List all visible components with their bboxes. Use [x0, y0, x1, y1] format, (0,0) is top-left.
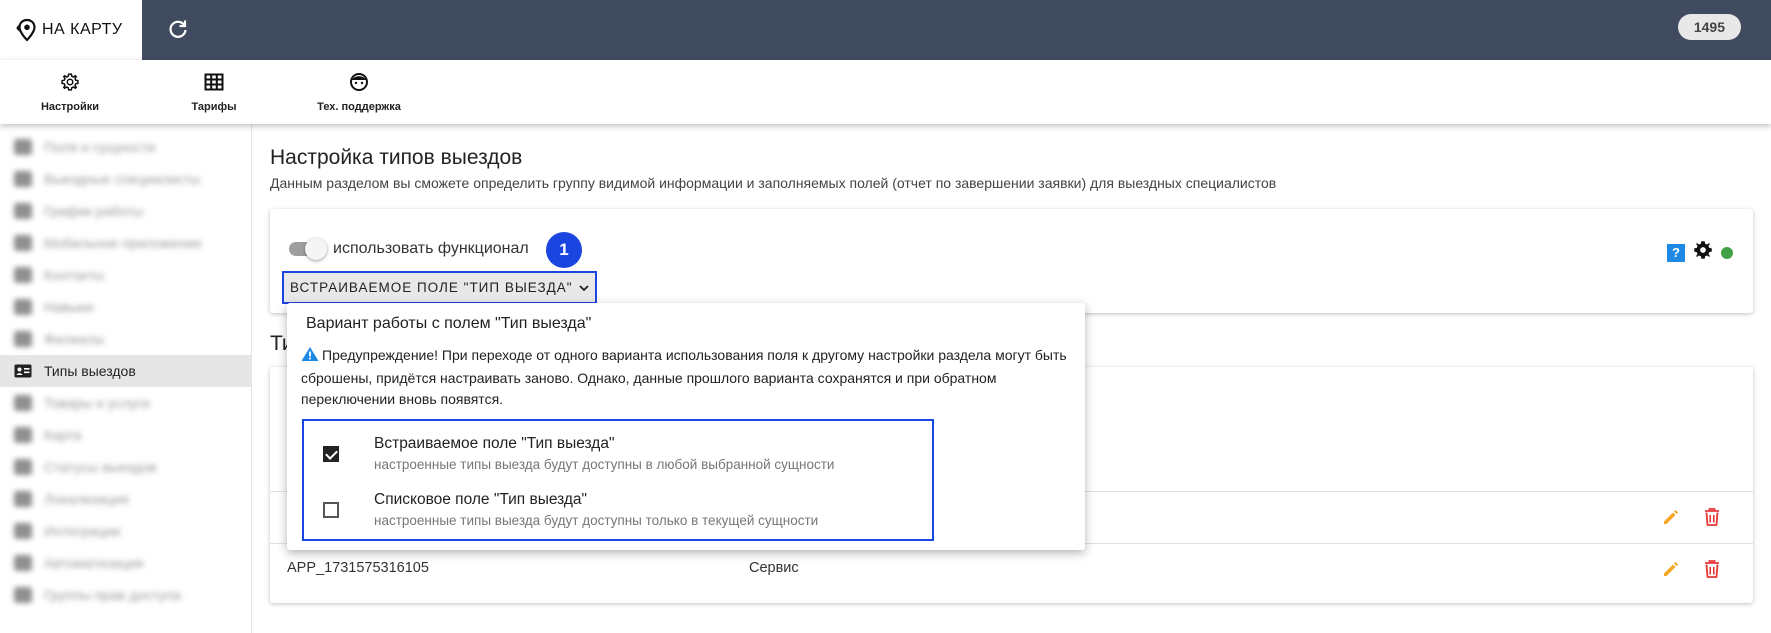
toolbar-settings-label: Настройки [40, 100, 100, 113]
robot-icon [14, 555, 32, 571]
sidebar-item-skills[interactable]: Навыки [0, 291, 251, 323]
edit-icon[interactable] [1661, 559, 1681, 584]
field-variant-popup: Вариант работы с полем "Тип выезда" Пред… [287, 303, 1085, 550]
page-title: Настройка типов выездов [270, 146, 523, 169]
sidebar-item-integrations[interactable]: Интеграции [0, 515, 251, 547]
sidebar-item-map[interactable]: Карта [0, 419, 251, 451]
language-icon [14, 491, 32, 507]
logo-text: НА КАРТУ [42, 21, 123, 38]
step-badge: 1 [546, 232, 582, 268]
sidebar-item-statuses[interactable]: Статусы выездов [0, 451, 251, 483]
sidebar-item-label: Статусы выездов [44, 459, 157, 475]
table-icon [204, 72, 224, 97]
warning-text: Предупреждение! При переходе от одного в… [301, 345, 1071, 410]
checkbox-list[interactable] [323, 502, 339, 518]
balance-counter[interactable]: 1495 [1677, 14, 1741, 40]
plug-icon [14, 523, 32, 539]
warning-icon [301, 346, 319, 368]
sidebar: Поля и сущности Выездные специалисты Гра… [0, 124, 252, 633]
option-subtitle: настроенные типы выезда будут доступны в… [374, 457, 835, 472]
delete-icon[interactable] [1703, 507, 1721, 532]
sidebar-item-label: Интеграции [44, 523, 121, 539]
phone-icon [14, 235, 32, 251]
sidebar-item-label: Группы прав доступа [44, 587, 181, 603]
logo-tab[interactable]: НА КАРТУ [0, 0, 142, 60]
help-icon[interactable]: ? [1667, 243, 1685, 262]
toolbar-tariffs-label: Тарифы [191, 100, 237, 113]
sidebar-item-branches[interactable]: Филиалы [0, 323, 251, 355]
building-icon [14, 331, 32, 347]
sidebar-item-fields[interactable]: Поля и сущности [0, 131, 251, 163]
toggle-label: использовать функционал [333, 240, 529, 257]
sidebar-item-label: Филиалы [44, 331, 105, 347]
map-pin-icon [16, 18, 38, 42]
sidebar-item-mobile-app[interactable]: Мобильное приложение [0, 227, 251, 259]
option-title: Встраиваемое поле "Тип выезда" [374, 435, 615, 452]
star-icon [14, 299, 32, 315]
calendar-icon [14, 203, 32, 219]
options-group: Встраиваемое поле "Тип выезда" настроенн… [302, 419, 934, 541]
map-icon [14, 427, 32, 443]
sidebar-item-schedule[interactable]: График работы [0, 195, 251, 227]
toolbar-support[interactable]: Тех. поддержка [306, 60, 412, 124]
gear-icon [60, 72, 80, 97]
option-subtitle: настроенные типы выезда будут доступны т… [374, 513, 819, 528]
status-indicator [1721, 246, 1733, 259]
sidebar-item-label: Поля и сущности [44, 139, 156, 155]
toolbar-settings[interactable]: Настройки [34, 60, 106, 124]
sidebar-item-label: Локализация [44, 491, 129, 507]
sidebar-item-label: Мобильное приложение [44, 235, 202, 251]
group-icon [14, 587, 32, 603]
sidebar-item-label: Автоматизация [44, 555, 144, 571]
id-card-icon [14, 363, 32, 379]
popup-title: Вариант работы с полем "Тип выезда" [306, 315, 592, 332]
top-bar: НА КАРТУ 1495 [0, 0, 1771, 60]
use-feature-toggle[interactable] [289, 238, 327, 260]
truck-icon [14, 267, 32, 283]
toolbar: Настройки Тарифы Тех. поддержка [0, 60, 1771, 124]
row-id: APP_1731575316105 [287, 560, 429, 576]
sidebar-item-localization[interactable]: Локализация [0, 483, 251, 515]
sidebar-item-visit-types[interactable]: Типы выездов [0, 355, 251, 387]
checkbox-embedded[interactable] [323, 446, 339, 462]
sidebar-item-label: График работы [44, 203, 144, 219]
warning-message: Предупреждение! При переходе от одного в… [301, 347, 1067, 407]
delete-icon[interactable] [1703, 559, 1721, 584]
sidebar-item-specialists[interactable]: Выездные специалисты [0, 163, 251, 195]
field-variant-select[interactable]: ВСТРАИВАЕМОЕ ПОЛЕ "ТИП ВЫЕЗДА" [282, 271, 597, 304]
sidebar-item-label: Типы выездов [44, 363, 136, 379]
card-icons: ? [1667, 240, 1733, 265]
row-type: Сервис [749, 560, 799, 576]
option-list-field[interactable]: Списковое поле "Тип выезда" настроенные … [304, 481, 932, 537]
sidebar-item-label: Контакты [44, 267, 105, 283]
chevron-down-icon [578, 280, 589, 295]
user-icon [14, 171, 32, 187]
page-subtitle: Данным разделом вы сможете определить гр… [270, 175, 1277, 191]
sidebar-item-label: Карта [44, 427, 82, 443]
settings-gear-icon[interactable] [1693, 240, 1713, 265]
support-icon [348, 72, 370, 97]
toolbar-tariffs[interactable]: Тарифы [178, 60, 250, 124]
feature-card: использовать функционал 1 ? ВСТРАИВАЕМОЕ… [270, 209, 1753, 313]
sidebar-item-access-groups[interactable]: Группы прав доступа [0, 579, 251, 611]
table-row: APP_1731575316105 Сервис [270, 543, 1753, 595]
option-title: Списковое поле "Тип выезда" [374, 491, 588, 508]
sidebar-item-automation[interactable]: Автоматизация [0, 547, 251, 579]
edit-icon[interactable] [1661, 507, 1681, 532]
select-label: ВСТРАИВАЕМОЕ ПОЛЕ "ТИП ВЫЕЗДА" [290, 280, 573, 295]
fields-icon [14, 139, 32, 155]
option-embedded-field[interactable]: Встраиваемое поле "Тип выезда" настроенн… [304, 425, 932, 481]
sidebar-item-goods[interactable]: Товары и услуги [0, 387, 251, 419]
toggle-knob [305, 238, 327, 260]
refresh-icon[interactable] [166, 17, 190, 41]
sidebar-item-contacts[interactable]: Контакты [0, 259, 251, 291]
sidebar-item-label: Товары и услуги [44, 395, 150, 411]
sidebar-item-label: Выездные специалисты [44, 171, 201, 187]
box-icon [14, 395, 32, 411]
toolbar-support-label: Тех. поддержка [317, 100, 401, 113]
status-icon [14, 459, 32, 475]
sidebar-item-label: Навыки [44, 299, 94, 315]
